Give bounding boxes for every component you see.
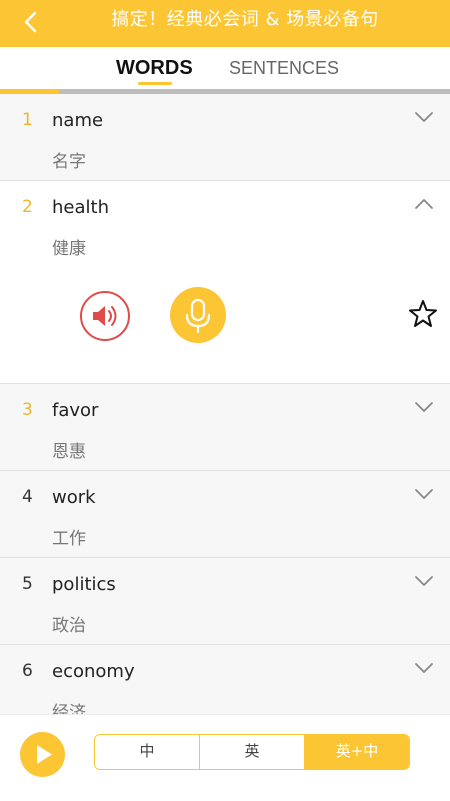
- item-translation: 恩惠: [52, 442, 86, 462]
- item-word: politics: [52, 574, 116, 595]
- mode-english-chinese[interactable]: 英+中: [305, 735, 409, 769]
- item-number: 4: [22, 487, 33, 507]
- item-translation: 政治: [52, 616, 86, 636]
- footer-bar: 中 英 英+中: [0, 714, 450, 801]
- speaker-icon: [93, 306, 117, 326]
- item-translation: 健康: [52, 239, 86, 259]
- item-word: health: [52, 197, 109, 218]
- star-icon[interactable]: [408, 299, 438, 329]
- item-translation: 经济: [52, 703, 86, 714]
- list-item[interactable]: 2 health 健康: [0, 181, 450, 384]
- chevron-down-icon[interactable]: [414, 574, 434, 588]
- list-item[interactable]: 1 name 名字: [0, 94, 450, 181]
- back-arrow-icon[interactable]: [20, 10, 44, 34]
- tab-bar: WORDS SENTENCES: [0, 47, 450, 91]
- item-word: name: [52, 110, 104, 131]
- item-translation: 名字: [52, 152, 86, 172]
- chevron-down-icon[interactable]: [414, 400, 434, 414]
- play-icon: [37, 745, 52, 764]
- item-translation: 工作: [52, 529, 86, 549]
- mode-english[interactable]: 英: [200, 735, 305, 769]
- header-bar: 搞定！经典必会词 & 场景必备句: [0, 0, 450, 47]
- item-number: 1: [22, 110, 33, 130]
- list-item[interactable]: 6 economy 经济: [0, 645, 450, 714]
- microphone-icon: [185, 298, 211, 334]
- chevron-down-icon[interactable]: [414, 110, 434, 124]
- chevron-down-icon[interactable]: [414, 487, 434, 501]
- tab-sentences[interactable]: SENTENCES: [229, 47, 339, 91]
- page-title: 搞定！经典必会词 & 场景必备句: [111, 9, 379, 30]
- list-item[interactable]: 3 favor 恩惠: [0, 384, 450, 471]
- list-item[interactable]: 4 work 工作: [0, 471, 450, 558]
- item-word: favor: [52, 400, 99, 421]
- tab-active-indicator: [138, 82, 172, 85]
- list-item[interactable]: 5 politics 政治: [0, 558, 450, 645]
- item-number: 3: [22, 400, 33, 420]
- item-number: 5: [22, 574, 33, 594]
- record-button[interactable]: [170, 287, 226, 343]
- item-number: 6: [22, 661, 33, 681]
- word-list: 1 name 名字 2 health 健康 3 favor 恩惠 4 work …: [0, 94, 450, 714]
- chevron-down-icon[interactable]: [414, 661, 434, 675]
- play-all-button[interactable]: [20, 732, 65, 777]
- display-mode-selector: 中 英 英+中: [94, 734, 410, 770]
- play-audio-button[interactable]: [80, 291, 130, 341]
- item-number: 2: [22, 197, 33, 217]
- item-word: work: [52, 487, 96, 508]
- mode-chinese[interactable]: 中: [95, 735, 200, 769]
- chevron-up-icon[interactable]: [414, 197, 434, 211]
- item-word: economy: [52, 661, 135, 682]
